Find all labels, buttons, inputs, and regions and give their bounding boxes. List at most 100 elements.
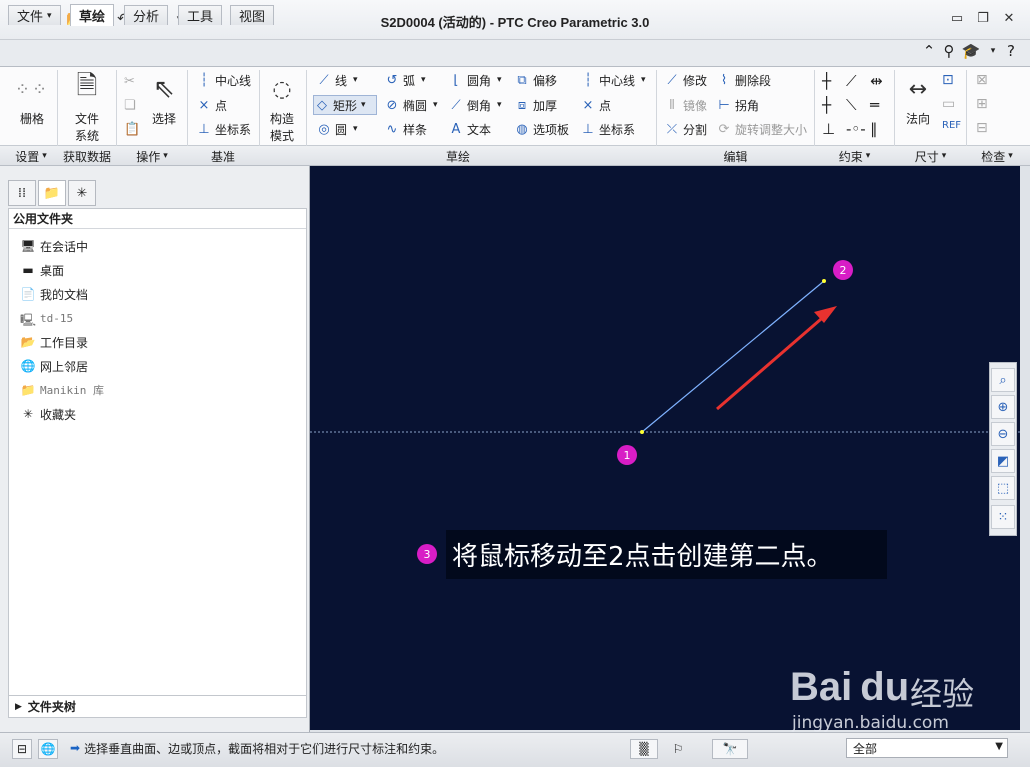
constraint-midpoint-icon[interactable]: ⟍ <box>846 96 857 114</box>
group-edit-label: 编辑 <box>723 149 748 164</box>
spline-button[interactable]: ∿ 样条 <box>384 119 427 139</box>
rectangle-button[interactable]: ◇ 矩形 ▾ <box>313 95 377 115</box>
line-label: 线 <box>335 73 348 88</box>
constraint-perpendicular-icon[interactable]: ⊥ <box>822 120 835 138</box>
tab-file[interactable]: 文件 ▾ <box>8 5 61 25</box>
favorites-tab-icon: ✳ <box>76 185 88 201</box>
file-system-button[interactable]: 🗎 文件 系统 <box>66 71 108 144</box>
text-button[interactable]: A 文本 <box>448 119 491 139</box>
constraint-vertical-icon[interactable]: ┼ <box>822 72 831 90</box>
sketch-point-button[interactable]: × 点 <box>580 95 611 115</box>
flag-icon[interactable]: ⚐ <box>668 739 688 759</box>
folder-my-documents[interactable]: 📄 我的文档 <box>20 284 89 304</box>
constraint-equal-icon[interactable]: ═ <box>870 96 879 114</box>
fillet-button[interactable]: ⌊ 圆角 ▾ <box>448 70 501 90</box>
learning-dropdown-icon[interactable]: ▾ <box>984 42 1002 60</box>
tab-sketch[interactable]: 草绘 <box>70 4 115 26</box>
folder-tree-toggle[interactable]: ▶ 文件夹树 <box>9 695 306 717</box>
toggle-browser-icon[interactable]: 🌐 <box>38 739 58 759</box>
highlight-open-ends-icon[interactable]: ⊞ <box>976 96 988 112</box>
ellipse-button[interactable]: ⊘ 椭圆 ▾ <box>384 95 438 115</box>
zoom-out-icon[interactable]: ⊖ <box>991 422 1015 446</box>
learning-icon[interactable]: 🎓 <box>962 42 981 60</box>
cut-icon[interactable]: ✂ <box>124 74 135 89</box>
datum-coordsys-button[interactable]: ⊥ 坐标系 <box>196 119 251 139</box>
point-icon: × <box>582 97 594 113</box>
tab-analysis[interactable]: 分析 <box>124 5 169 25</box>
select-button[interactable]: ⇖ 选择 <box>146 72 182 127</box>
arc-button[interactable]: ↺ 弧 ▾ <box>384 70 426 90</box>
group-dimension[interactable]: 尺寸 ▾ <box>895 147 966 165</box>
folder-td-15[interactable]: 🖳 td-15 <box>20 308 73 328</box>
group-constrain[interactable]: 约束 ▾ <box>815 147 894 165</box>
circle-icon: ◎ <box>318 121 330 137</box>
folder-in-session[interactable]: 🖥 在会话中 <box>20 236 88 256</box>
corner-button[interactable]: ⊢ 拐角 <box>716 95 759 115</box>
mirror-icon: ⫴ <box>669 97 675 113</box>
selection-filter[interactable]: 全部 ▼ <box>846 738 1008 758</box>
datum-centerline-button[interactable]: ┆ 中心线 <box>196 70 251 90</box>
offset-button[interactable]: ⧉ 偏移 <box>514 70 557 90</box>
constraint-tangent-icon[interactable]: ⟋ <box>846 72 857 90</box>
group-settings[interactable]: 设置 ▾ <box>4 147 58 165</box>
toggle-navigator-icon[interactable]: ⊟ <box>12 739 32 759</box>
construction-mode-button[interactable]: ◌ 构造 模式 <box>264 72 300 144</box>
restore-icon[interactable]: ❐ <box>974 10 992 26</box>
folder-browser-tab[interactable]: 📁 <box>38 180 66 206</box>
minimize-icon[interactable]: ▭ <box>948 10 966 26</box>
overlap-geometry-icon[interactable]: ⊠ <box>976 72 988 88</box>
rotate-resize-button[interactable]: ⟳ 旋转调整大小 <box>716 119 807 139</box>
folder-favorites[interactable]: ✳ 收藏夹 <box>20 404 76 424</box>
refit-icon[interactable]: ⌕ <box>991 368 1015 392</box>
group-inspect[interactable]: 检查 ▾ <box>967 147 1027 165</box>
folder-manikin-library[interactable]: 📁 Manikin 库 <box>20 380 104 400</box>
constraint-coincident-icon[interactable]: -◦- <box>846 120 866 138</box>
reference-dimension-icon[interactable]: REF <box>942 120 961 131</box>
zoom-in-icon[interactable]: ⊕ <box>991 395 1015 419</box>
circle-button[interactable]: ◎ 圆 ▾ <box>316 119 357 139</box>
find-icon[interactable]: 🔭 <box>712 739 748 759</box>
search-icon[interactable]: ⚲ <box>940 42 958 60</box>
perimeter-icon[interactable]: ⊡ <box>942 72 954 88</box>
help-icon[interactable]: ? <box>1002 42 1020 60</box>
tab-tools[interactable]: 工具 <box>178 5 223 25</box>
chamfer-button[interactable]: ⟋ 倒角 ▾ <box>448 95 501 115</box>
constraint-symmetric-icon[interactable]: ⇹ <box>870 72 883 90</box>
folder-desktop[interactable]: ▬ 桌面 <box>20 260 64 280</box>
palette-button[interactable]: ◍ 选项板 <box>514 119 569 139</box>
tab-view[interactable]: 视图 <box>230 5 275 25</box>
group-operations[interactable]: 操作 ▾ <box>118 147 186 165</box>
folder-working-directory[interactable]: 📂 工作目录 <box>20 332 89 352</box>
dimension-icon: ↔ <box>908 76 928 102</box>
status-panel-icon[interactable]: ▒ <box>630 739 658 759</box>
shade-closed-loops-icon[interactable]: ⊟ <box>976 120 988 136</box>
constraint-parallel-icon[interactable]: ∥ <box>870 120 878 138</box>
sketch-coordsys-button[interactable]: ⊥ 坐标系 <box>580 119 635 139</box>
group-sketch-label: 草绘 <box>445 149 470 164</box>
ellipse-label: 椭圆 <box>403 98 428 113</box>
model-tree-tab[interactable]: ⁞⁞ <box>8 180 36 206</box>
display-style-icon[interactable]: ⬚ <box>991 476 1015 500</box>
datum-point-button[interactable]: × 点 <box>196 95 227 115</box>
graphics-canvas[interactable] <box>310 166 1020 730</box>
documents-icon: 📄 <box>20 287 36 301</box>
delete-segment-button[interactable]: ⌇ 删除段 <box>716 70 771 90</box>
line-button[interactable]: ⟋ 线 ▾ <box>316 70 357 90</box>
constraint-horizontal-icon[interactable]: ┼ <box>822 96 831 114</box>
grid-button[interactable]: ⁘⁘ 栅格 <box>12 72 52 127</box>
mirror-button[interactable]: ⫴ 镜像 <box>664 95 707 115</box>
collapse-ribbon-icon[interactable]: ⌃ <box>920 42 938 60</box>
copy-icon[interactable]: ❏ <box>124 98 136 113</box>
modify-button[interactable]: ⟋ 修改 <box>664 70 707 90</box>
divide-button[interactable]: ⤫ 分割 <box>664 119 707 139</box>
normal-dimension-button[interactable]: ↔ 法向 <box>900 72 936 127</box>
close-icon[interactable]: ✕ <box>1000 10 1018 26</box>
repaint-icon[interactable]: ◩ <box>991 449 1015 473</box>
sketch-display-icon[interactable]: ⁙ <box>991 505 1015 529</box>
folder-network[interactable]: 🌐 网上邻居 <box>20 356 89 376</box>
thicken-button[interactable]: ⧈ 加厚 <box>514 95 557 115</box>
paste-icon[interactable]: 📋 <box>124 122 140 137</box>
baseline-icon[interactable]: ▭ <box>942 96 955 112</box>
favorites-tab[interactable]: ✳ <box>68 180 96 206</box>
sketch-centerline-button[interactable]: ┆ 中心线 ▾ <box>580 70 645 90</box>
